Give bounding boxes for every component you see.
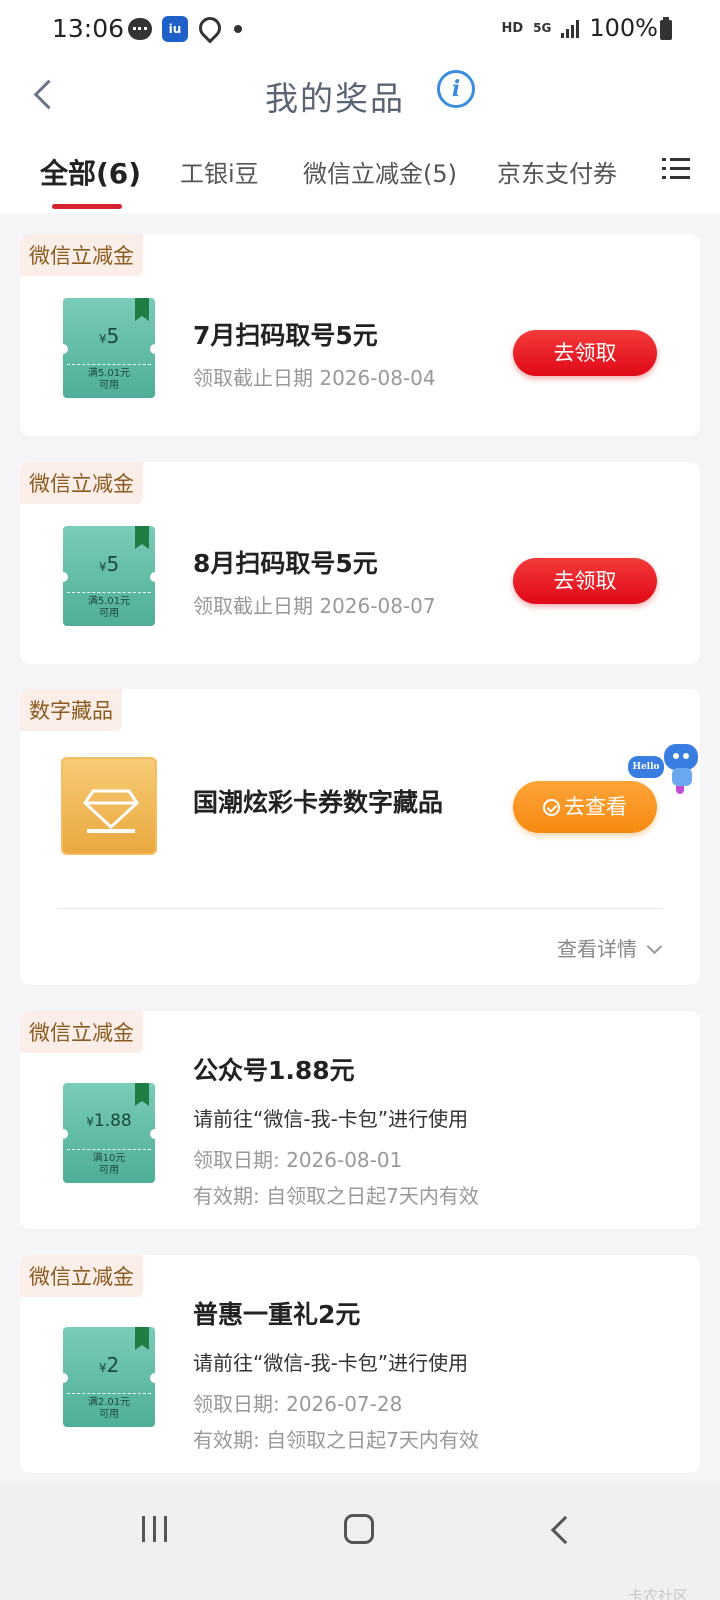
tab-all[interactable]: 全部(6): [40, 152, 141, 192]
assistant-robot-icon[interactable]: Hello: [628, 744, 708, 804]
prize-tabs: 全部(6) 工银i豆 微信立减金(5) 京东支付券: [0, 132, 720, 214]
status-bar: 13:06 iu HD 5G 100%: [0, 0, 720, 62]
coupon-condition: 满5.01元 可用: [87, 596, 131, 619]
claim-deadline: 领取截止日期 2026-08-07: [193, 594, 436, 618]
claim-deadline: 领取截止日期 2026-08-04: [193, 366, 436, 390]
notification-icons: iu: [128, 16, 242, 42]
ribbon-icon: [135, 1083, 149, 1106]
location-icon: [198, 17, 216, 41]
signal-icon: [561, 18, 580, 38]
diamond-icon: [61, 757, 157, 855]
ribbon-icon: [135, 526, 149, 549]
prize-card: 微信立减金 ¥5 满5.01元 可用 8月扫码取号5元 领取截止日期 2026-0…: [20, 462, 700, 664]
prize-title: 公众号1.88元: [193, 1056, 355, 1085]
divider: [57, 908, 663, 909]
page-header: 我的奖品 i: [0, 62, 720, 132]
system-back-icon[interactable]: [545, 1514, 575, 1544]
prize-title: 普惠一重礼2元: [193, 1300, 361, 1329]
more-notifications-dot-icon: [234, 25, 242, 33]
tab-icbc-beans[interactable]: 工银i豆: [180, 154, 259, 189]
tab-wechat-discount[interactable]: 微信立减金(5): [303, 154, 457, 189]
system-status: HD 5G 100%: [502, 14, 659, 42]
coupon-condition: 满2.01元 可用: [87, 1397, 131, 1420]
ribbon-icon: [135, 1327, 149, 1350]
claim-date: 领取日期: 2026-07-28: [193, 1392, 403, 1416]
coupon-amount: ¥5: [98, 552, 120, 576]
coupon-thumbnail: ¥5 满5.01元 可用: [58, 526, 160, 626]
tab-jd-pay-coupon[interactable]: 京东支付券: [497, 154, 617, 189]
prize-card: 微信立减金 ¥5 满5.01元 可用 7月扫码取号5元 领取截止日期 2026-0…: [20, 234, 700, 436]
claim-button[interactable]: 去领取: [513, 558, 657, 604]
prize-card: 微信立减金 ¥2 满2.01元 可用 普惠一重礼2元 请前往“微信-我-卡包”进行…: [20, 1255, 700, 1473]
menu-icon[interactable]: [662, 156, 690, 182]
claim-button[interactable]: 去领取: [513, 330, 657, 376]
coupon-thumbnail: ¥5 满5.01元 可用: [58, 298, 160, 398]
page-title: 我的奖品: [265, 79, 405, 118]
category-tag: 微信立减金: [20, 1255, 143, 1297]
watermark: 卡农社区: [627, 1587, 688, 1600]
status-time: 13:06: [52, 14, 125, 43]
system-nav-bar: [0, 1482, 720, 1600]
prize-title: 7月扫码取号5元: [193, 321, 378, 350]
coupon-thumbnail: ¥1.88 满10元 可用: [58, 1083, 160, 1183]
coupon-amount: ¥1.88: [86, 1111, 132, 1131]
usage-instruction: 请前往“微信-我-卡包”进行使用: [193, 1351, 469, 1375]
battery-icon: [660, 17, 672, 40]
category-tag: 数字藏品: [20, 689, 122, 731]
coupon-condition: 满5.01元 可用: [87, 368, 131, 391]
view-details-link[interactable]: 查看详情: [557, 933, 663, 962]
home-icon[interactable]: [344, 1514, 374, 1544]
validity-period: 有效期: 自领取之日起7天内有效: [193, 1184, 479, 1208]
category-tag: 微信立减金: [20, 462, 143, 504]
active-tab-indicator: [52, 204, 122, 209]
category-tag: 微信立减金: [20, 1011, 143, 1053]
prize-card: 微信立减金 ¥1.88 满10元 可用 公众号1.88元 请前往“微信-我-卡包”…: [20, 1011, 700, 1229]
hd-indicator: HD: [501, 20, 524, 36]
check-circle-icon: [543, 799, 560, 816]
coupon-amount: ¥5: [98, 324, 120, 348]
network-indicator: 5G: [533, 21, 552, 35]
chevron-down-icon: [646, 938, 663, 955]
coupon-condition: 满10元 可用: [92, 1153, 126, 1176]
recent-apps-icon[interactable]: [140, 1514, 170, 1544]
hello-bubble: Hello: [628, 756, 664, 778]
claim-date: 领取日期: 2026-08-01: [193, 1148, 403, 1172]
category-tag: 微信立减金: [20, 234, 143, 276]
usage-instruction: 请前往“微信-我-卡包”进行使用: [193, 1107, 469, 1131]
prize-title: 8月扫码取号5元: [193, 549, 378, 578]
prize-title: 国潮炫彩卡券数字藏品: [193, 788, 444, 817]
chat-notification-icon: [128, 18, 152, 40]
bank-app-icon: iu: [162, 16, 188, 42]
battery-percent: 100%: [589, 14, 658, 42]
prize-card: 数字藏品 国潮炫彩卡券数字藏品 去查看 查看详情: [20, 689, 700, 985]
ribbon-icon: [135, 298, 149, 321]
coupon-thumbnail: ¥2 满2.01元 可用: [58, 1327, 160, 1427]
info-icon[interactable]: i: [437, 70, 475, 108]
coupon-amount: ¥2: [98, 1353, 120, 1377]
validity-period: 有效期: 自领取之日起7天内有效: [193, 1428, 479, 1452]
